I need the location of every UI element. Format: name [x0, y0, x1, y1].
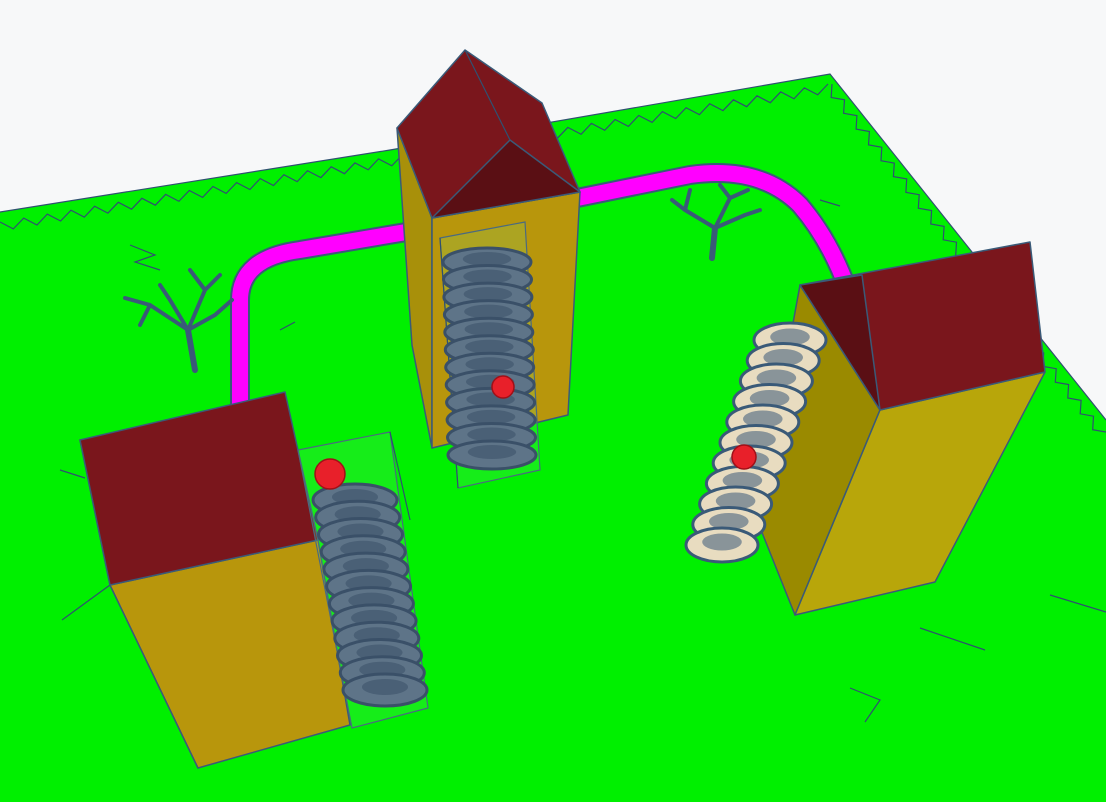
slide-coil-core	[466, 409, 516, 424]
ball-right	[731, 444, 757, 470]
slide-coil-core	[464, 304, 513, 319]
slide-coil-core	[361, 679, 409, 695]
slide-coil-core	[463, 269, 512, 284]
ball-left	[314, 458, 346, 490]
slide-coil-core	[462, 252, 512, 266]
3d-viewport[interactable]	[0, 0, 1106, 802]
slide-coil-core	[463, 287, 513, 302]
slide-coil-core	[467, 427, 516, 442]
slide-coil-core	[465, 339, 514, 354]
slide-coil-core	[465, 357, 514, 372]
spiral-slide-back[interactable]	[439, 221, 541, 489]
scene-canvas[interactable]	[0, 0, 1106, 802]
slide-coil-core	[464, 322, 513, 337]
slide-coil-core	[467, 445, 517, 459]
ball-back	[491, 375, 515, 399]
slide-coil-core	[702, 533, 742, 551]
